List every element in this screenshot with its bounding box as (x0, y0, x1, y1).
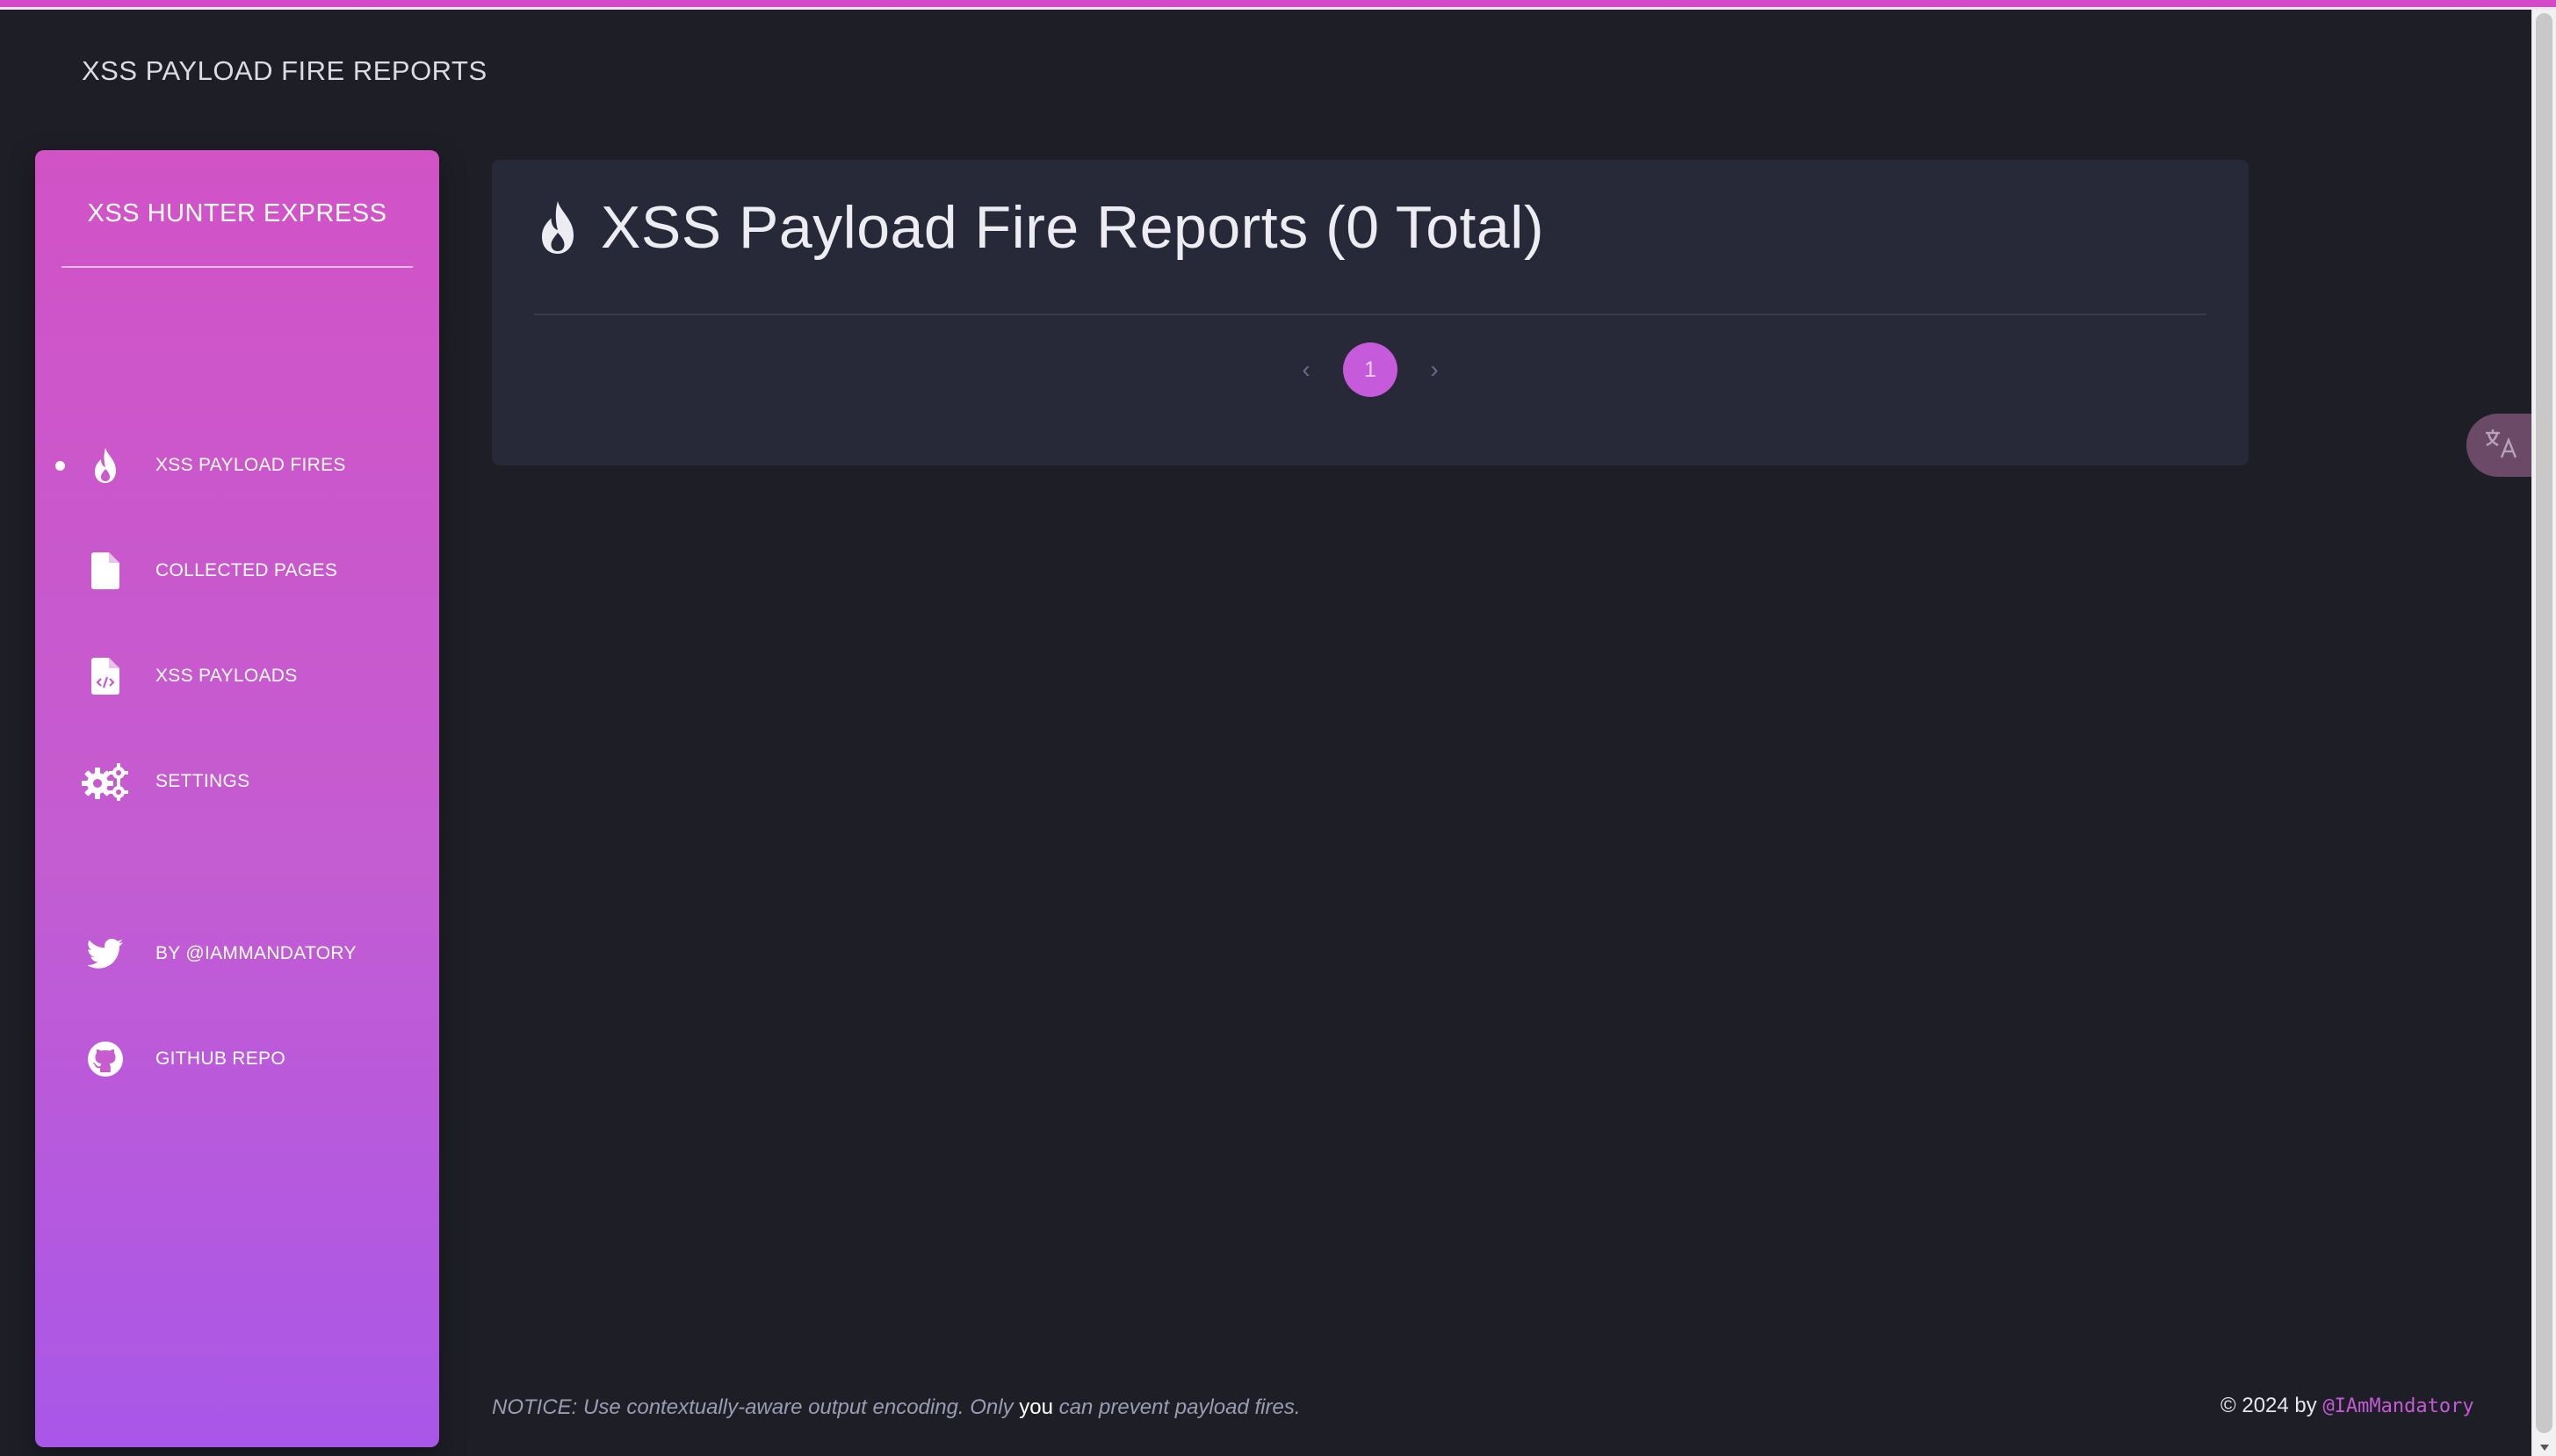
pagination: ‹ 1 › (492, 342, 2249, 397)
page-number-button[interactable]: 1 (1343, 342, 1397, 397)
sidebar-link-label: GITHUB REPO (155, 1049, 285, 1069)
footer-copyright: © 2024 by @IAmMandatory (2220, 1394, 2474, 1417)
sidebar-item-label: SETTINGS (155, 771, 250, 791)
app-window: XSS PAYLOAD FIRE REPORTS XSS HUNTER EXPR… (0, 10, 2537, 1456)
author-link[interactable]: @IAmMandatory (2322, 1395, 2473, 1417)
file-icon (81, 546, 130, 595)
sidebar-item-label: XSS PAYLOAD FIRES (155, 455, 346, 475)
gears-icon (81, 757, 130, 806)
top-accent-bar (0, 0, 2556, 10)
card-divider (534, 314, 2206, 315)
twitter-icon (81, 929, 130, 978)
vertical-scrollbar[interactable] (2531, 10, 2556, 1456)
page-heading: XSS PAYLOAD FIRE REPORTS (82, 55, 487, 86)
prev-page-button[interactable]: ‹ (1280, 343, 1332, 396)
next-page-button[interactable]: › (1408, 343, 1461, 396)
card-title-text: XSS Payload Fire Reports (0 Total) (601, 194, 1544, 261)
sidebar-item-label: COLLECTED PAGES (155, 560, 338, 580)
fire-icon (81, 441, 130, 490)
sidebar-link-label: BY @IAMMANDATORY (155, 943, 357, 963)
sidebar-link-twitter[interactable]: BY @IAMMANDATORY (35, 923, 439, 984)
payload-fires-card: XSS Payload Fire Reports (0 Total) ‹ 1 › (492, 160, 2249, 465)
sidebar-link-github[interactable]: GITHUB REPO (35, 1028, 439, 1090)
notice-emphasis: you (1019, 1395, 1053, 1419)
file-code-icon (81, 652, 130, 701)
sidebar-item-label: XSS PAYLOADS (155, 666, 298, 686)
active-indicator (55, 460, 65, 471)
footer-notice: NOTICE: Use contextually-aware output en… (492, 1395, 1301, 1419)
card-title: XSS Payload Fire Reports (0 Total) (534, 193, 1544, 262)
sidebar-item-xss-payloads[interactable]: XSS PAYLOADS (35, 645, 439, 707)
sidebar: XSS HUNTER EXPRESS XSS PAYLOAD FIRES COL… (35, 150, 439, 1447)
sidebar-item-xss-payload-fires[interactable]: XSS PAYLOAD FIRES (35, 435, 439, 496)
scroll-down-arrow[interactable] (2539, 1445, 2549, 1451)
translate-icon (2484, 428, 2519, 464)
sidebar-item-collected-pages[interactable]: COLLECTED PAGES (35, 540, 439, 602)
brand-divider (61, 266, 413, 268)
translate-button[interactable] (2466, 414, 2537, 477)
sidebar-item-settings[interactable]: SETTINGS (35, 751, 439, 812)
github-icon (81, 1034, 130, 1084)
brand-title[interactable]: XSS HUNTER EXPRESS (61, 199, 413, 228)
scrollbar-thumb[interactable] (2536, 13, 2552, 1433)
fire-icon (534, 196, 583, 259)
